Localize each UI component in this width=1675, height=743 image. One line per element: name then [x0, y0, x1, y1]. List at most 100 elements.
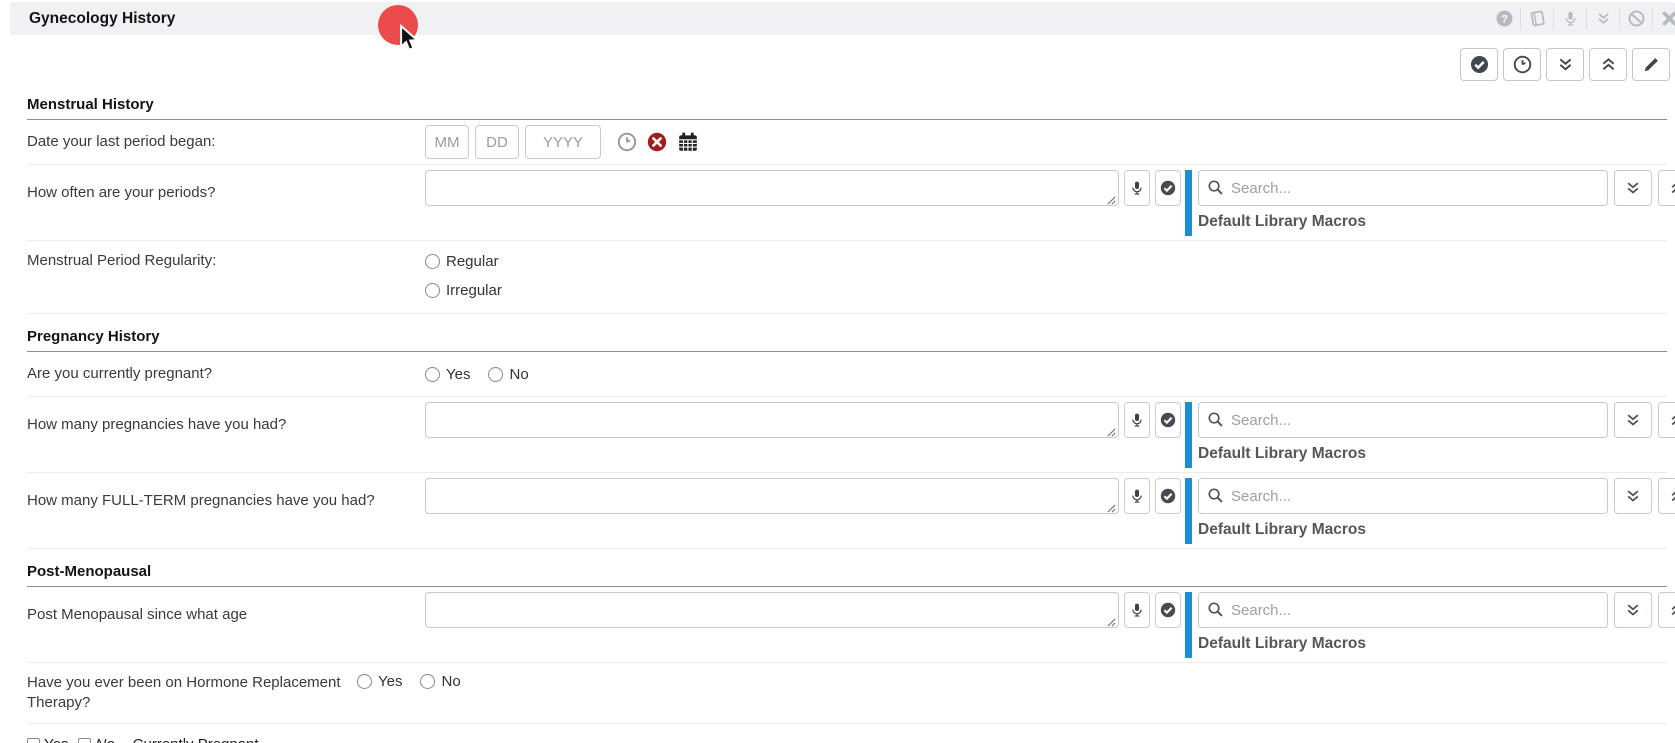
day-input[interactable] — [475, 125, 519, 159]
month-input[interactable] — [425, 125, 469, 159]
radio-option-no[interactable]: No — [488, 366, 528, 383]
field-label: Menstrual Period Regularity: — [27, 249, 425, 271]
chevron-double-down-icon — [1624, 487, 1642, 505]
macro-library-row[interactable]: Default Library Macros — [1198, 208, 1675, 236]
macro-search-input[interactable] — [1198, 478, 1608, 514]
year-input[interactable] — [525, 125, 601, 159]
dictate-button[interactable] — [1124, 402, 1150, 438]
macro-expand-button[interactable] — [1614, 478, 1652, 514]
close-icon[interactable] — [1653, 10, 1675, 27]
macro-library-row[interactable]: Default Library Macros — [1198, 516, 1675, 544]
field-row-currently-pregnant: Are you currently pregnant? Yes No — [27, 352, 1667, 397]
check-circle-icon — [1160, 180, 1176, 196]
macro-collapse-button[interactable] — [1658, 402, 1675, 438]
field-label: Date your last period began: — [27, 132, 425, 152]
field-row-fullterm-count: How many FULL-TERM pregnancies have you … — [27, 473, 1667, 549]
macro-accent-bar — [1185, 170, 1192, 236]
answer-field — [425, 402, 1119, 442]
dictate-button[interactable] — [1124, 478, 1150, 514]
confirm-button[interactable] — [1155, 402, 1181, 438]
checkbox-no[interactable] — [78, 738, 91, 743]
resize-grip-icon[interactable] — [1107, 196, 1116, 205]
titlebar-icons — [1488, 8, 1675, 30]
triangle-up-icon[interactable] — [1670, 218, 1675, 227]
book-icon[interactable] — [1521, 10, 1553, 27]
checkbox-label-no: No — [95, 736, 114, 743]
radio-no[interactable] — [488, 367, 503, 382]
confirm-button[interactable] — [1155, 592, 1181, 628]
macro-search-input[interactable] — [1198, 592, 1608, 628]
macro-expand-button[interactable] — [1614, 402, 1652, 438]
history-button[interactable] — [1503, 48, 1541, 81]
field-row-pregnancy-count: How many pregnancies have you had? — [27, 397, 1667, 473]
radio-label: Yes — [446, 366, 470, 383]
macro-expand-button[interactable] — [1614, 170, 1652, 206]
triangle-up-icon[interactable] — [1670, 526, 1675, 535]
radio-option-irregular[interactable]: Irregular — [425, 282, 502, 299]
resize-grip-icon[interactable] — [1107, 504, 1116, 513]
radio-option-regular[interactable]: Regular — [425, 253, 502, 270]
collapse-all-button[interactable] — [1589, 48, 1627, 81]
macro-search-input[interactable] — [1198, 170, 1608, 206]
help-icon[interactable] — [1488, 10, 1520, 27]
radio-yes[interactable] — [425, 367, 440, 382]
chevron-double-up-icon — [1668, 487, 1675, 505]
answer-textarea[interactable] — [425, 478, 1119, 514]
confirm-button[interactable] — [1155, 170, 1181, 206]
macro-collapse-button[interactable] — [1658, 170, 1675, 206]
chevron-double-down-icon[interactable] — [1587, 10, 1619, 27]
radio-label: Regular — [446, 253, 499, 270]
macro-panel: Default Library Macros — [1185, 170, 1675, 236]
macro-library-row[interactable]: Default Library Macros — [1198, 440, 1675, 468]
macro-library-label: Default Library Macros — [1198, 635, 1366, 653]
check-all-button[interactable] — [1460, 48, 1498, 81]
expand-all-button[interactable] — [1546, 48, 1584, 81]
macro-library-row[interactable]: Default Library Macros — [1198, 630, 1675, 658]
dictate-button[interactable] — [1124, 592, 1150, 628]
answer-textarea[interactable] — [425, 170, 1119, 206]
triangle-up-icon[interactable] — [1670, 450, 1675, 459]
field-label: How often are your periods? — [27, 170, 425, 203]
microphone-icon — [1129, 412, 1145, 428]
macro-expand-button[interactable] — [1614, 592, 1652, 628]
radio-yes[interactable] — [357, 674, 372, 689]
macro-collapse-button[interactable] — [1658, 478, 1675, 514]
resize-grip-icon[interactable] — [1107, 618, 1116, 627]
macro-collapse-button[interactable] — [1658, 592, 1675, 628]
macro-panel: Default Library Macros — [1185, 402, 1675, 468]
triangle-up-icon[interactable] — [1670, 640, 1675, 649]
dictate-button[interactable] — [1124, 170, 1150, 206]
answer-field — [425, 592, 1119, 632]
checkbox-yes[interactable] — [27, 738, 40, 743]
macro-accent-bar — [1185, 592, 1192, 658]
radio-label: No — [441, 673, 460, 690]
radio-option-yes[interactable]: Yes — [425, 366, 470, 383]
calendar-button[interactable] — [677, 131, 699, 153]
macro-library-label: Default Library Macros — [1198, 521, 1366, 539]
checkbox-group-label: Currently Pregnant — [133, 736, 259, 743]
radio-regular[interactable] — [425, 254, 440, 269]
field-row-period-regularity: Menstrual Period Regularity: Regular Irr… — [27, 241, 1667, 314]
field-row-period-frequency: How often are your periods? — [27, 165, 1667, 241]
check-circle-icon — [1160, 488, 1176, 504]
answer-field — [425, 170, 1119, 210]
section-heading-pregnancy: Pregnancy History — [27, 314, 1667, 352]
macro-library-label: Default Library Macros — [1198, 213, 1366, 231]
macro-search-input[interactable] — [1198, 402, 1608, 438]
clear-date-button[interactable] — [647, 132, 667, 152]
ban-icon[interactable] — [1620, 10, 1652, 27]
resize-grip-icon[interactable] — [1107, 428, 1116, 437]
answer-textarea[interactable] — [425, 402, 1119, 438]
radio-option-no[interactable]: No — [420, 673, 460, 690]
radio-irregular[interactable] — [425, 283, 440, 298]
chevron-double-down-icon — [1624, 411, 1642, 429]
field-label: Have you ever been on Hormone Replacemen… — [27, 671, 357, 713]
answer-textarea[interactable] — [425, 592, 1119, 628]
confirm-button[interactable] — [1155, 478, 1181, 514]
radio-no[interactable] — [420, 674, 435, 689]
radio-option-yes[interactable]: Yes — [357, 673, 402, 690]
time-button[interactable] — [617, 132, 637, 152]
pencil-icon — [1642, 55, 1661, 74]
microphone-icon[interactable] — [1554, 10, 1586, 27]
edit-button[interactable] — [1632, 48, 1670, 81]
